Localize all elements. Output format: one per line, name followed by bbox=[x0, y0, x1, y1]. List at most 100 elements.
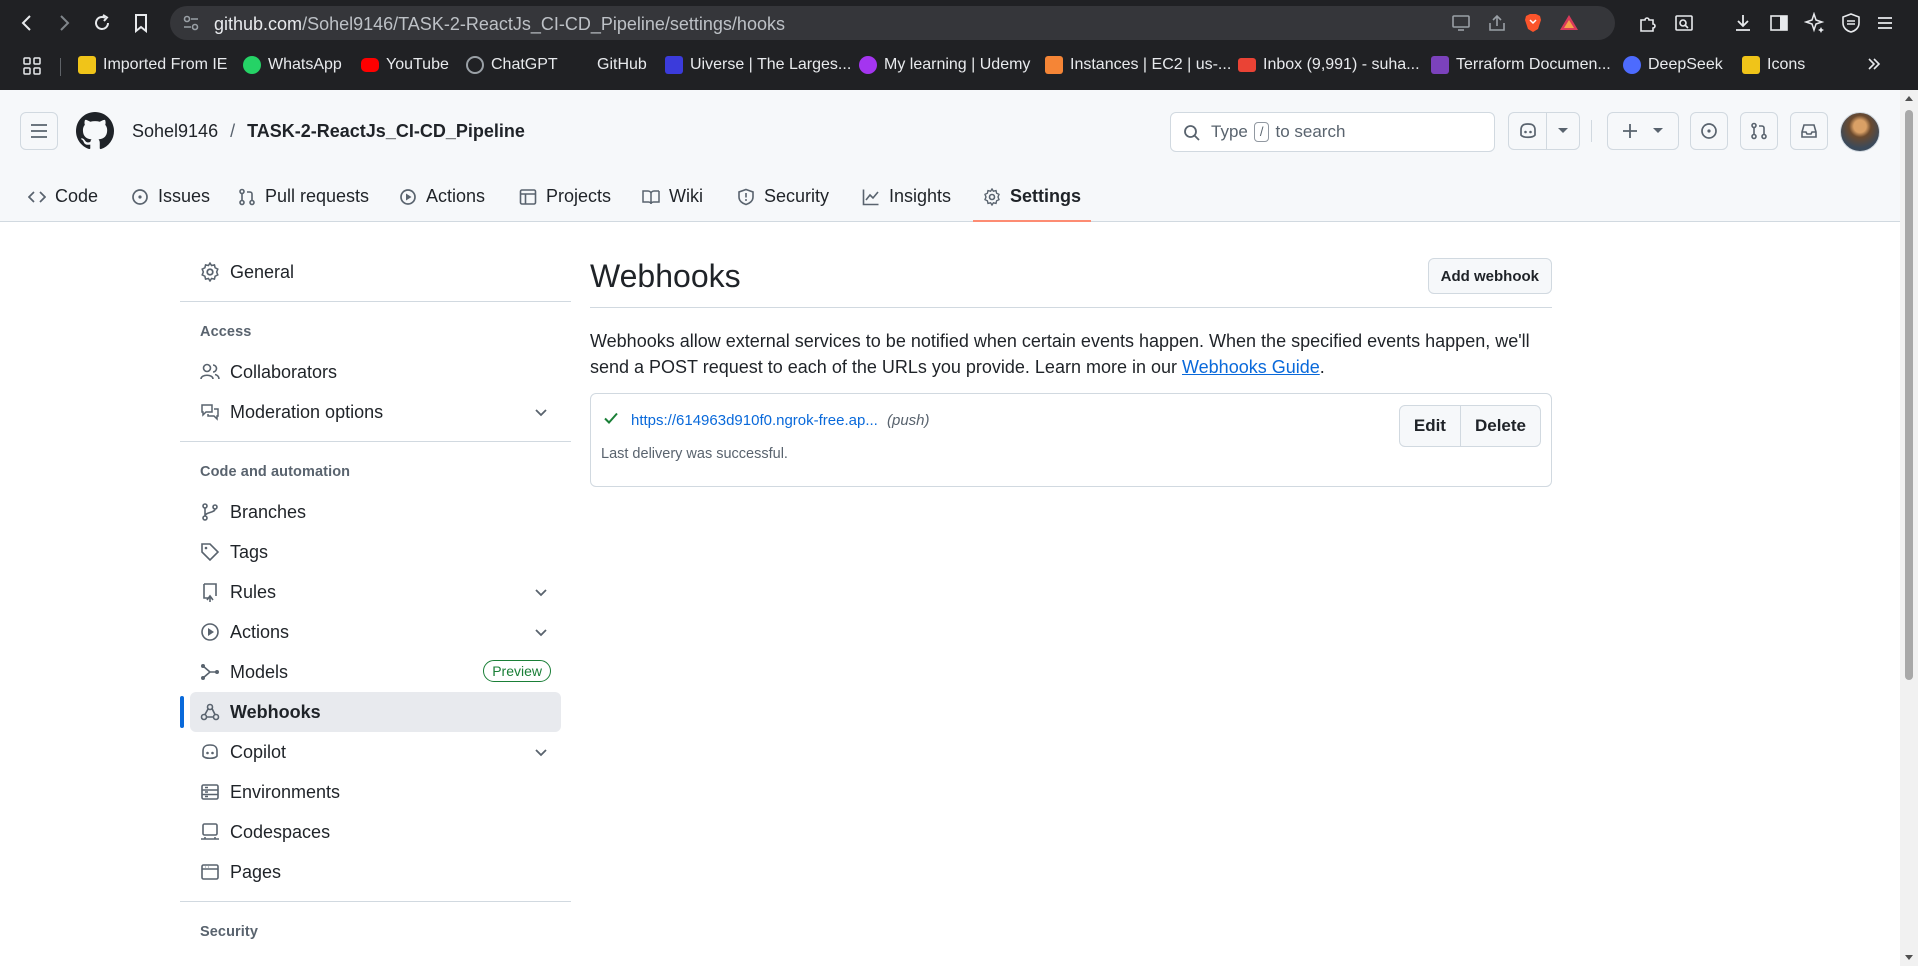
bookmark-label: WhatsApp bbox=[268, 56, 342, 73]
play-icon bbox=[201, 623, 219, 641]
bookmark-github[interactable]: GitHub bbox=[572, 56, 647, 74]
search-placeholder-post: to search bbox=[1275, 122, 1346, 141]
create-new-button[interactable] bbox=[1607, 112, 1679, 150]
downloads-icon[interactable] bbox=[1730, 10, 1756, 36]
sidebar-item-general[interactable]: General bbox=[190, 252, 561, 292]
site-settings-icon[interactable] bbox=[180, 12, 202, 34]
copilot-icon[interactable] bbox=[1509, 122, 1546, 140]
tab-pull-requests[interactable]: Pull requests bbox=[238, 182, 369, 222]
tab-projects[interactable]: Projects bbox=[519, 182, 611, 222]
issues-shortcut-button[interactable] bbox=[1690, 112, 1728, 150]
address-bar[interactable]: github.com/Sohel9146/TASK-2-ReactJs_CI-C… bbox=[170, 6, 1615, 40]
sidebar-item-moderation-options[interactable]: Moderation options bbox=[190, 392, 561, 432]
bookmark-chatgpt[interactable]: ChatGPT bbox=[466, 56, 558, 74]
github-logo-icon[interactable] bbox=[76, 112, 114, 150]
graph-icon bbox=[862, 189, 879, 206]
tab-insights[interactable]: Insights bbox=[862, 182, 951, 222]
inbox-button[interactable] bbox=[1790, 112, 1828, 150]
copilot-dropdown-icon[interactable] bbox=[1547, 127, 1579, 135]
sidebar-item-actions[interactable]: Actions bbox=[190, 612, 561, 652]
cast-icon[interactable] bbox=[1450, 12, 1472, 34]
global-nav-menu-button[interactable] bbox=[20, 112, 58, 150]
pull-request-icon bbox=[1751, 122, 1767, 140]
breadcrumb-repo[interactable]: TASK-2-ReactJs_CI-CD_Pipeline bbox=[247, 121, 525, 141]
url-text[interactable]: github.com/Sohel9146/TASK-2-ReactJs_CI-C… bbox=[214, 14, 785, 35]
forward-button[interactable] bbox=[49, 8, 79, 38]
github-header: Sohel9146/TASK-2-ReactJs_CI-CD_Pipeline … bbox=[0, 90, 1900, 222]
scroll-down-icon[interactable] bbox=[1904, 954, 1914, 962]
delete-button[interactable]: Delete bbox=[1459, 406, 1540, 446]
bookmark-uiverse[interactable]: Uiverse | The Larges... bbox=[665, 56, 851, 74]
tab-settings[interactable]: Settings bbox=[972, 182, 1092, 222]
vpn-icon[interactable] bbox=[1838, 10, 1864, 36]
bookmark-whatsapp[interactable]: WhatsApp bbox=[243, 56, 342, 74]
sidebar-item-tags[interactable]: Tags bbox=[190, 532, 561, 572]
sidebar-item-collaborators[interactable]: Collaborators bbox=[190, 352, 561, 392]
search-shortcut-key: / bbox=[1253, 122, 1270, 142]
scrollbar-thumb[interactable] bbox=[1905, 110, 1913, 680]
search-input[interactable]: Type / to search bbox=[1170, 112, 1495, 152]
chevron-down-icon bbox=[1653, 128, 1663, 133]
chevron-down-icon bbox=[535, 629, 547, 637]
extensions-icon[interactable] bbox=[1635, 10, 1661, 36]
issue-icon bbox=[1701, 123, 1717, 139]
browser-menu-icon[interactable] bbox=[1872, 10, 1898, 36]
brave-shields-icon[interactable] bbox=[1522, 12, 1544, 34]
tab-code[interactable]: Code bbox=[28, 182, 98, 222]
brave-rewards-icon[interactable] bbox=[1558, 12, 1580, 34]
breadcrumb-owner[interactable]: Sohel9146 bbox=[132, 121, 218, 141]
sidebar-item-webhooks[interactable]: Webhooks bbox=[190, 692, 561, 732]
pull-request-icon bbox=[239, 188, 255, 206]
tab-actions[interactable]: Actions bbox=[399, 182, 485, 222]
udemy-icon bbox=[859, 56, 877, 74]
scroll-up-icon[interactable] bbox=[1904, 94, 1914, 102]
copilot-button-group[interactable] bbox=[1508, 112, 1580, 150]
sidebar-item-rules[interactable]: Rules bbox=[190, 572, 561, 612]
sidebar-item-branches[interactable]: Branches bbox=[190, 492, 561, 532]
sidebar-item-models[interactable]: Models Preview bbox=[190, 652, 561, 692]
bookmark-gmail[interactable]: Inbox (9,991) - suha... bbox=[1238, 56, 1420, 74]
sidebar-item-pages[interactable]: Pages bbox=[190, 852, 561, 892]
bookmark-terraform[interactable]: Terraform Documen... bbox=[1431, 56, 1611, 74]
bookmark-label: Inbox (9,991) - suha... bbox=[1263, 56, 1420, 73]
sidebar-item-label: Actions bbox=[230, 621, 290, 642]
bookmark-youtube[interactable]: YouTube bbox=[361, 56, 449, 74]
tab-label: Pull requests bbox=[265, 186, 370, 206]
chatgpt-icon bbox=[466, 56, 484, 74]
leo-ai-icon[interactable] bbox=[1802, 10, 1828, 36]
selected-indicator bbox=[180, 696, 184, 728]
pull-requests-shortcut-button[interactable] bbox=[1740, 112, 1778, 150]
sidebar-toggle-icon[interactable] bbox=[1766, 10, 1792, 36]
page-scrollbar[interactable] bbox=[1900, 90, 1918, 966]
webhook-url-link[interactable]: https://614963d910f0.ngrok-free.ap... bbox=[631, 412, 878, 429]
bookmark-imported-from-ie[interactable]: Imported From IE bbox=[78, 56, 227, 74]
url-host: github.com bbox=[214, 14, 303, 34]
edit-button[interactable]: Edit bbox=[1400, 406, 1460, 446]
reader-mode-icon[interactable] bbox=[1671, 10, 1697, 36]
tab-issues[interactable]: Issues bbox=[131, 182, 210, 222]
reload-button[interactable] bbox=[87, 8, 117, 38]
bookmark-page-button[interactable] bbox=[126, 8, 156, 38]
plus-icon bbox=[1623, 124, 1637, 138]
tab-wiki[interactable]: Wiki bbox=[642, 182, 703, 222]
back-button[interactable] bbox=[12, 8, 42, 38]
share-icon[interactable] bbox=[1486, 12, 1508, 34]
sidebar-item-copilot[interactable]: Copilot bbox=[190, 732, 561, 772]
bookmark-udemy[interactable]: My learning | Udemy bbox=[859, 56, 1030, 74]
more-bookmarks-icon[interactable] bbox=[1866, 56, 1882, 72]
preview-badge: Preview bbox=[483, 660, 551, 682]
bookmarks-bar: Imported From IE WhatsApp YouTube ChatGP… bbox=[0, 48, 1918, 84]
search-icon bbox=[1184, 125, 1200, 141]
inbox-icon bbox=[1801, 124, 1817, 138]
user-avatar[interactable] bbox=[1840, 112, 1880, 152]
sidebar-item-environments[interactable]: Environments bbox=[190, 772, 561, 812]
tab-security[interactable]: Security bbox=[737, 182, 829, 222]
sidebar-item-codespaces[interactable]: Codespaces bbox=[190, 812, 561, 852]
url-path: /Sohel9146/TASK-2-ReactJs_CI-CD_Pipeline… bbox=[302, 14, 785, 34]
bookmark-ec2[interactable]: Instances | EC2 | us-... bbox=[1045, 56, 1231, 74]
bookmark-deepseek[interactable]: DeepSeek bbox=[1623, 56, 1723, 74]
webhooks-guide-link[interactable]: Webhooks Guide bbox=[1182, 357, 1320, 377]
add-webhook-button[interactable]: Add webhook bbox=[1427, 258, 1552, 294]
bookmark-icons[interactable]: Icons bbox=[1742, 56, 1805, 74]
apps-icon[interactable] bbox=[22, 56, 42, 76]
